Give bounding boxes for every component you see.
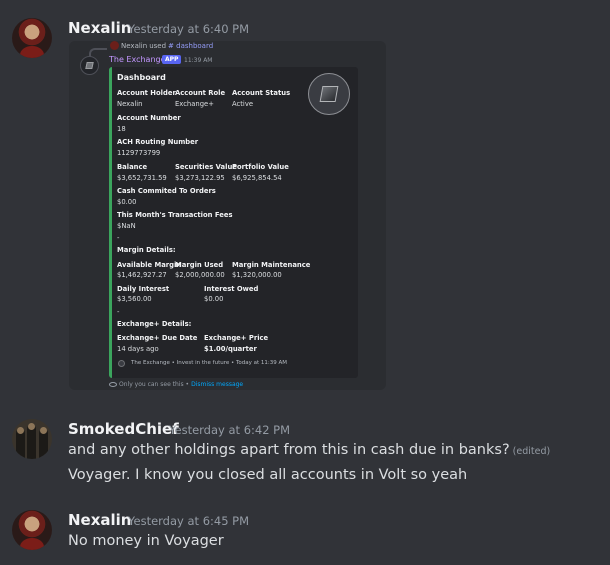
field-value: $0.00 [117, 198, 137, 206]
timestamp: Yesterday at 6:45 PM [128, 514, 250, 528]
field-value: 1129773799 [117, 149, 161, 157]
field-label: Securities Value [175, 163, 237, 171]
ephemeral-notice: Only you can see this • Dismiss message [109, 381, 243, 388]
field-value: $3,560.00 [117, 295, 152, 303]
command-reference[interactable]: Nexalin used # dashboard [110, 41, 213, 50]
timestamp: Yesterday at 6:40 PM [128, 22, 250, 36]
field-label: Portfolio Value [232, 163, 289, 171]
field-label: Account Number [117, 114, 181, 122]
avatar[interactable] [12, 510, 52, 550]
field-label: Exchange+ Price [204, 334, 269, 342]
avatar[interactable] [12, 18, 52, 58]
field-label: Daily Interest [117, 285, 170, 293]
field-label: This Month's Transaction Fees [117, 211, 233, 219]
embed-title: Dashboard [117, 73, 166, 82]
section-header: Margin Details: [117, 246, 176, 254]
username[interactable]: Nexalin [68, 511, 132, 529]
field-value: Active [232, 100, 254, 108]
cube-icon [319, 86, 339, 102]
mini-avatar [110, 41, 119, 50]
ephemeral-text: Only you can see this • [119, 381, 190, 388]
command-used-label: used [149, 41, 167, 50]
eye-icon [109, 382, 117, 387]
field-label: Margin Used [175, 261, 224, 269]
embed-thumbnail[interactable] [308, 73, 350, 115]
avatar[interactable] [12, 419, 52, 459]
bot-timestamp: 11:39 AM [184, 57, 213, 64]
footer-icon [118, 360, 125, 367]
username[interactable]: Nexalin [68, 19, 132, 37]
field-label: ACH Routing Number [117, 138, 199, 146]
command-name[interactable]: # dashboard [168, 42, 213, 50]
message-text: No money in Voyager [68, 533, 224, 549]
field-value: $0.00 [204, 295, 224, 303]
timestamp: Yesterday at 6:42 PM [169, 423, 291, 437]
field-value: $2,000,000.00 [175, 271, 225, 279]
username[interactable]: SmokedChief [68, 420, 179, 438]
field-label: Available Margin [117, 261, 182, 269]
field-label: Margin Maintenance [232, 261, 311, 269]
command-user: Nexalin [121, 41, 148, 50]
field-label: Account Status [232, 89, 291, 97]
bot-avatar[interactable] [80, 56, 99, 75]
divider-text: - [117, 308, 120, 316]
divider-text: - [117, 234, 120, 242]
field-label: Exchange+ Due Date [117, 334, 198, 342]
cube-icon [85, 62, 94, 69]
edited-label: (edited) [512, 446, 551, 457]
dismiss-message-link[interactable]: Dismiss message [191, 381, 243, 388]
field-label: Balance [117, 163, 148, 171]
message-line: and any other holdings apart from this i… [68, 442, 510, 458]
bot-name[interactable]: The Exchange [109, 55, 166, 64]
message-text: Voyager. I know you closed all accounts … [68, 467, 468, 483]
field-value: $3,273,122.95 [175, 174, 225, 182]
field-label: Cash Commited To Orders [117, 187, 216, 195]
field-value: 18 [117, 125, 126, 133]
field-value: $1.00/quarter [204, 345, 257, 353]
field-value: Nexalin [117, 100, 143, 108]
field-value: 14 days ago [117, 345, 159, 353]
field-label: Interest Owed [204, 285, 259, 293]
field-value: $6,925,854.54 [232, 174, 282, 182]
app-badge: APP [162, 55, 182, 64]
field-label: Account Holder [117, 89, 176, 97]
message-text: and any other holdings apart from this i… [68, 442, 550, 458]
field-label: Account Role [175, 89, 226, 97]
field-value: $NaN [117, 222, 136, 230]
field-value: Exchange+ [175, 100, 214, 108]
field-value: $1,320,000.00 [232, 271, 282, 279]
section-header: Exchange+ Details: [117, 320, 192, 328]
field-value: $3,652,731.59 [117, 174, 167, 182]
embed-footer: The Exchange • Invest in the future • To… [131, 360, 288, 366]
field-value: $1,462,927.27 [117, 271, 167, 279]
